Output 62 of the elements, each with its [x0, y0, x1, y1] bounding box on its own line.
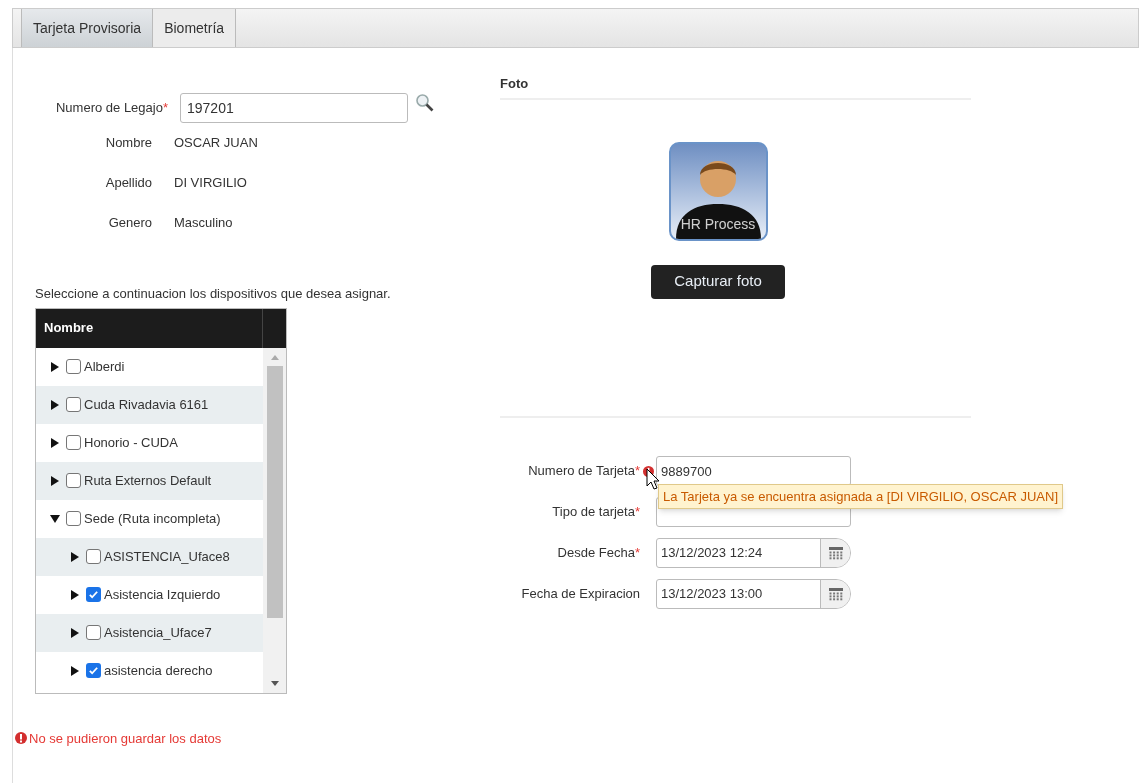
tree-label: Asistencia_Uface7 — [104, 623, 212, 642]
checkbox[interactable] — [66, 359, 81, 374]
tree-row[interactable]: ASISTENCIA_Uface8 — [36, 537, 263, 576]
checkbox[interactable] — [66, 397, 81, 412]
error-message: No se pudieron guardar los datos — [29, 729, 222, 748]
tree-label: Asistencia Izquierdo — [104, 585, 221, 604]
field-label: Tipo de tarjeta* — [551, 503, 640, 522]
tree-label: Sede (Ruta incompleta) — [84, 509, 221, 528]
section-title: Foto — [500, 74, 971, 100]
checkbox[interactable] — [66, 435, 81, 450]
tree-label: Ruta Externos Default — [84, 471, 212, 490]
field-label: Apellido — [104, 174, 153, 193]
checkbox[interactable] — [86, 549, 101, 564]
tree-label: Cuda Rivadavia 6161 — [84, 395, 209, 414]
collapsed-caret-icon[interactable] — [50, 361, 60, 372]
input-field[interactable]: 9889700 — [656, 456, 851, 486]
checkbox[interactable] — [66, 511, 81, 526]
field-label: Desde Fecha* — [556, 544, 640, 563]
field-label: Numero de Legajo* — [54, 99, 169, 118]
checkbox[interactable] — [66, 473, 81, 488]
mouse-cursor-icon — [646, 467, 660, 490]
checkmark-icon — [88, 665, 99, 676]
collapsed-caret-icon[interactable] — [70, 589, 80, 600]
instruction-text: Seleccione a continuacion los dispositivos que desea asignar. — [35, 285, 392, 303]
date-field[interactable]: 13/12/2023 12:24 — [656, 538, 851, 568]
scrollbar[interactable] — [263, 347, 286, 693]
calendar-icon[interactable] — [820, 580, 850, 608]
tree-row[interactable]: Cuda Rivadavia 6161 — [36, 385, 263, 424]
tree-label: asistencia derecho — [104, 661, 213, 680]
collapsed-caret-icon[interactable] — [50, 475, 60, 486]
tree-label: ASISTENCIA_Uface8 — [104, 547, 230, 566]
tree-label: Alberdi — [84, 357, 125, 376]
collapsed-caret-icon[interactable] — [70, 627, 80, 638]
field-label: Fecha de Expiracion — [520, 585, 640, 604]
input-field[interactable]: 197201 — [180, 93, 408, 123]
field-value: Masculino — [174, 214, 233, 233]
tree-row[interactable]: Ruta Externos Default — [36, 461, 263, 500]
calendar-icon[interactable] — [820, 539, 850, 567]
checkbox[interactable] — [86, 587, 101, 602]
field-label: Nombre — [104, 134, 153, 153]
collapsed-caret-icon[interactable] — [70, 551, 80, 562]
avatar-caption: HR Process — [680, 214, 756, 234]
checkmark-icon — [88, 589, 99, 600]
field-value: OSCAR JUAN — [174, 134, 258, 153]
collapsed-caret-icon[interactable] — [50, 437, 60, 448]
collapsed-caret-icon[interactable] — [50, 399, 60, 410]
tree-row[interactable]: Asistencia_Uface7 — [36, 613, 263, 652]
expanded-caret-icon[interactable] — [50, 513, 60, 524]
tab[interactable]: Biometría — [153, 9, 237, 47]
checkbox[interactable] — [86, 663, 101, 678]
tree-label: Honorio - CUDA — [84, 433, 178, 452]
field-label: Numero de Tarjeta* — [527, 462, 640, 481]
search-icon[interactable] — [415, 93, 435, 113]
tooltip: La Tarjeta ya se encuentra asignada a [DI VIRGILIO, OSCAR JUAN] — [658, 483, 1063, 509]
date-field[interactable]: 13/12/2023 13:00 — [656, 579, 851, 609]
collapsed-caret-icon[interactable] — [70, 665, 80, 676]
capture-photo-button[interactable]: Capturar foto — [651, 264, 785, 299]
checkbox[interactable] — [86, 625, 101, 640]
field-label: Genero — [107, 214, 153, 233]
tab[interactable]: Tarjeta Provisoria — [21, 9, 154, 47]
field-value: DI VIRGILIO — [174, 174, 247, 193]
error-icon — [15, 732, 27, 745]
